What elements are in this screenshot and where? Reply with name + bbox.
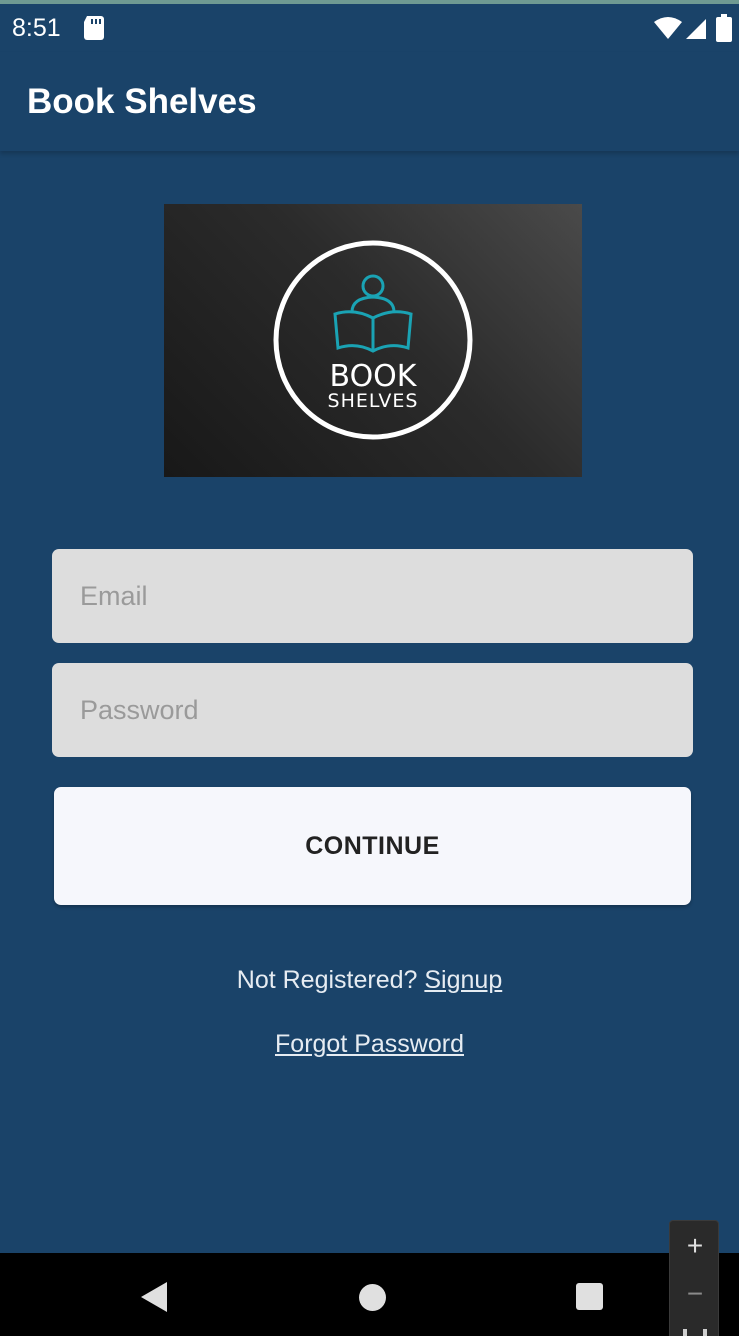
app-title: Book Shelves — [27, 82, 257, 121]
battery-icon — [716, 14, 732, 42]
status-bar: 8:51 — [0, 4, 739, 52]
forgot-password-link[interactable]: Forgot Password — [275, 1030, 464, 1058]
logo-text-book: BOOK — [330, 359, 418, 394]
sd-card-icon — [84, 16, 104, 40]
app-bar: Book Shelves — [0, 52, 739, 151]
email-field[interactable] — [52, 549, 693, 643]
not-registered-text: Not Registered? — [236, 966, 418, 994]
password-field[interactable] — [52, 663, 693, 757]
status-time: 8:51 — [12, 14, 61, 42]
wifi-icon — [654, 17, 682, 39]
signup-link[interactable]: Signup — [424, 966, 502, 994]
book-shelves-logo: BOOK SHELVES — [164, 204, 582, 477]
zoom-out-button[interactable]: − — [670, 1279, 720, 1309]
zoom-in-button[interactable]: + — [670, 1231, 720, 1261]
back-icon[interactable] — [141, 1282, 167, 1312]
zoom-control: + − — [669, 1220, 719, 1336]
home-icon[interactable] — [359, 1284, 386, 1311]
signup-row: Not Registered? Signup — [0, 966, 739, 995]
login-screen: 8:51 Book Shelves BOOK SHELVES Email CON… — [0, 0, 739, 1336]
forgot-password-link-row: Forgot Password — [0, 1030, 739, 1059]
logo-graphic: BOOK SHELVES — [273, 240, 473, 440]
zoom-fit-icon[interactable] — [683, 1329, 707, 1336]
recents-icon[interactable] — [576, 1283, 603, 1310]
signal-icon — [686, 19, 706, 39]
continue-button[interactable]: CONTINUE — [54, 787, 691, 905]
logo-text-shelves: SHELVES — [328, 390, 419, 412]
